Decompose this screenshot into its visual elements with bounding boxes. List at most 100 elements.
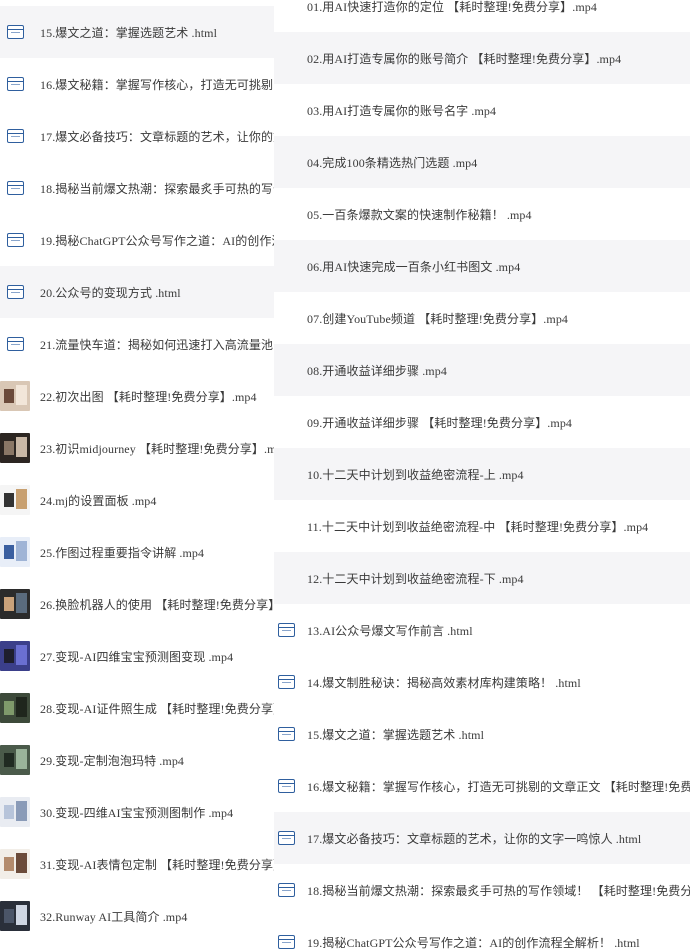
file-name-label: 30.变现-四维AI宝宝预测图制作 .mp4 — [40, 805, 234, 820]
file-name-label: 26.换脸机器人的使用 【耗时整理!免费分享】.mp4 — [40, 597, 274, 612]
video-thumbnail-icon — [0, 381, 30, 411]
file-list-item[interactable]: 17.爆文必备技巧：文章标题的艺术，让你的文字一鸣惊人 .html — [274, 812, 690, 864]
file-list-item[interactable]: 20.公众号的变现方式 .html — [0, 266, 274, 318]
file-list-item[interactable]: 25.作图过程重要指令讲解 .mp4 — [0, 526, 274, 578]
file-list-item[interactable]: 21.流量快车道：揭秘如何迅速打入高流量池 — [0, 318, 274, 370]
file-name-label: 12.十二天中计划到收益绝密流程-下 .mp4 — [307, 571, 524, 586]
file-glyph-icon — [277, 675, 295, 689]
file-glyph-icon — [277, 623, 295, 637]
file-list-item[interactable]: 26.换脸机器人的使用 【耗时整理!免费分享】.mp4 — [0, 578, 274, 630]
file-list-item[interactable]: 16.爆文秘籍：掌握写作核心，打造无可挑剔的文章正文 【耗时整理!免费分享】.h… — [274, 760, 690, 812]
file-list-item[interactable]: 14.爆文制胜秘诀：揭秘高效素材库构建策略！ .html — [274, 656, 690, 708]
file-list-item[interactable]: 16.爆文秘籍：掌握写作核心，打造无可挑剔的文章正文 — [0, 58, 274, 110]
video-thumbnail-icon — [0, 901, 30, 931]
file-name-label: 08.开通收益详细步骤 .mp4 — [307, 363, 447, 378]
video-thumbnail-icon — [0, 537, 30, 567]
file-list-item[interactable]: 27.变现-AI四维宝宝预测图变现 .mp4 — [0, 630, 274, 682]
file-list-item[interactable]: 19.揭秘ChatGPT公众号写作之道：AI的创作流程全解析 — [0, 214, 274, 266]
file-list-item[interactable]: 23.初识midjourney 【耗时整理!免费分享】.mp4 — [0, 422, 274, 474]
file-name-label: 29.变现-定制泡泡玛特 .mp4 — [40, 753, 185, 768]
file-name-label: 21.流量快车道：揭秘如何迅速打入高流量池 — [40, 337, 274, 352]
file-glyph-icon — [277, 883, 295, 897]
file-name-label: 31.变现-AI表情包定制 【耗时整理!免费分享】.mp4 — [40, 857, 274, 872]
file-list-item[interactable]: 05.一百条爆款文案的快速制作秘籍！ .mp4 — [274, 188, 690, 240]
video-thumbnail-icon — [0, 901, 30, 931]
html-file-icon — [274, 719, 298, 749]
file-list-item[interactable]: 08.开通收益详细步骤 .mp4 — [274, 344, 690, 396]
file-list-item[interactable]: 11.十二天中计划到收益绝密流程-中 【耗时整理!免费分享】.mp4 — [274, 500, 690, 552]
file-name-label: 09.开通收益详细步骤 【耗时整理!免费分享】.mp4 — [307, 415, 573, 430]
html-file-icon — [0, 69, 30, 99]
file-list-item[interactable]: 15.爆文之道：掌握选题艺术 .html — [0, 6, 274, 58]
video-thumbnail-icon — [0, 693, 30, 723]
file-list-item[interactable]: 12.十二天中计划到收益绝密流程-下 .mp4 — [274, 552, 690, 604]
file-name-label: 11.十二天中计划到收益绝密流程-中 【耗时整理!免费分享】.mp4 — [307, 519, 649, 534]
video-thumbnail-icon — [0, 433, 30, 463]
file-list-item[interactable]: 32.Runway AI工具简介 .mp4 — [0, 890, 274, 942]
file-name-label: 18.揭秘当前爆文热潮：探索最炙手可热的写作领域 — [40, 181, 274, 196]
file-glyph-icon — [6, 233, 24, 247]
html-file-icon — [274, 615, 298, 645]
file-list-item[interactable]: 10.十二天中计划到收益绝密流程-上 .mp4 — [274, 448, 690, 500]
html-file-icon — [274, 823, 298, 853]
file-list-item[interactable]: 15.爆文之道：掌握选题艺术 .html — [274, 708, 690, 760]
video-thumbnail-icon — [0, 641, 30, 671]
file-name-label: 13.AI公众号爆文写作前言 .html — [307, 623, 473, 638]
file-name-label: 03.用AI打造专属你的账号名字 .mp4 — [307, 103, 497, 118]
html-file-icon — [274, 667, 298, 697]
html-file-icon — [0, 329, 30, 359]
file-list-item[interactable]: 06.用AI快速完成一百条小红书图文 .mp4 — [274, 240, 690, 292]
file-name-label: 05.一百条爆款文案的快速制作秘籍！ .mp4 — [307, 207, 532, 222]
file-glyph-icon — [6, 77, 24, 91]
file-name-label: 10.十二天中计划到收益绝密流程-上 .mp4 — [307, 467, 524, 482]
file-list-item[interactable]: 31.变现-AI表情包定制 【耗时整理!免费分享】.mp4 — [0, 838, 274, 890]
html-file-icon — [274, 875, 298, 905]
video-thumbnail-icon — [0, 485, 30, 515]
video-thumbnail-icon — [0, 537, 30, 567]
video-thumbnail-icon — [0, 797, 30, 827]
file-name-label: 07.创建YouTube频道 【耗时整理!免费分享】.mp4 — [307, 311, 569, 326]
html-file-icon — [0, 121, 30, 151]
file-name-label: 15.爆文之道：掌握选题艺术 .html — [40, 25, 218, 40]
file-list-item[interactable]: 07.创建YouTube频道 【耗时整理!免费分享】.mp4 — [274, 292, 690, 344]
video-thumbnail-icon — [0, 849, 30, 879]
video-thumbnail-icon — [0, 589, 30, 619]
file-list-item[interactable]: 29.变现-定制泡泡玛特 .mp4 — [0, 734, 274, 786]
file-list-item[interactable]: 17.爆文必备技巧：文章标题的艺术，让你的文字一鸣惊人 — [0, 110, 274, 162]
file-list-item[interactable]: 19.揭秘ChatGPT公众号写作之道：AI的创作流程全解析！ .html — [274, 916, 690, 949]
file-list-item[interactable]: 28.变现-AI证件照生成 【耗时整理!免费分享】.mp4 — [0, 682, 274, 734]
video-thumbnail-icon — [0, 381, 30, 411]
file-list-item[interactable]: 24.mj的设置面板 .mp4 — [0, 474, 274, 526]
file-list-item[interactable]: 18.揭秘当前爆文热潮：探索最炙手可热的写作领域！ 【耗时整理!免费分享】.ht… — [274, 864, 690, 916]
file-list-item[interactable]: 02.用AI打造专属你的账号简介 【耗时整理!免费分享】.mp4 — [274, 32, 690, 84]
file-list-item[interactable]: 04.完成100条精选热门选题 .mp4 — [274, 136, 690, 188]
file-list-item[interactable]: 30.变现-四维AI宝宝预测图制作 .mp4 — [0, 786, 274, 838]
file-name-label: 27.变现-AI四维宝宝预测图变现 .mp4 — [40, 649, 234, 664]
file-list-item[interactable]: 09.开通收益详细步骤 【耗时整理!免费分享】.mp4 — [274, 396, 690, 448]
video-thumbnail-icon — [0, 433, 30, 463]
file-glyph-icon — [277, 935, 295, 949]
file-list-item[interactable]: 18.揭秘当前爆文热潮：探索最炙手可热的写作领域 — [0, 162, 274, 214]
video-thumbnail-icon — [0, 693, 30, 723]
file-name-label: 15.爆文之道：掌握选题艺术 .html — [307, 727, 485, 742]
file-name-label: 25.作图过程重要指令讲解 .mp4 — [40, 545, 205, 560]
file-glyph-icon — [277, 727, 295, 741]
file-glyph-icon — [6, 25, 24, 39]
file-name-label: 23.初识midjourney 【耗时整理!免费分享】.mp4 — [40, 441, 274, 456]
file-list-item[interactable]: 01.用AI快速打造你的定位 【耗时整理!免费分享】.mp4 — [274, 0, 690, 32]
file-name-label: 06.用AI快速完成一百条小红书图文 .mp4 — [307, 259, 521, 274]
file-glyph-icon — [6, 129, 24, 143]
file-list-item[interactable]: 13.AI公众号爆文写作前言 .html — [274, 604, 690, 656]
file-glyph-icon — [277, 831, 295, 845]
file-glyph-icon — [6, 337, 24, 351]
html-file-icon — [274, 927, 298, 949]
file-list-item[interactable]: 22.初次出图 【耗时整理!免费分享】.mp4 — [0, 370, 274, 422]
file-name-label: 17.爆文必备技巧：文章标题的艺术，让你的文字一鸣惊人 .html — [307, 831, 642, 846]
file-name-label: 19.揭秘ChatGPT公众号写作之道：AI的创作流程全解析！ .html — [307, 935, 640, 949]
file-name-label: 24.mj的设置面板 .mp4 — [40, 493, 157, 508]
file-name-label: 14.爆文制胜秘诀：揭秘高效素材库构建策略！ .html — [307, 675, 581, 690]
file-glyph-icon — [277, 779, 295, 793]
html-file-icon — [0, 277, 30, 307]
file-glyph-icon — [6, 181, 24, 195]
file-list-item[interactable]: 03.用AI打造专属你的账号名字 .mp4 — [274, 84, 690, 136]
